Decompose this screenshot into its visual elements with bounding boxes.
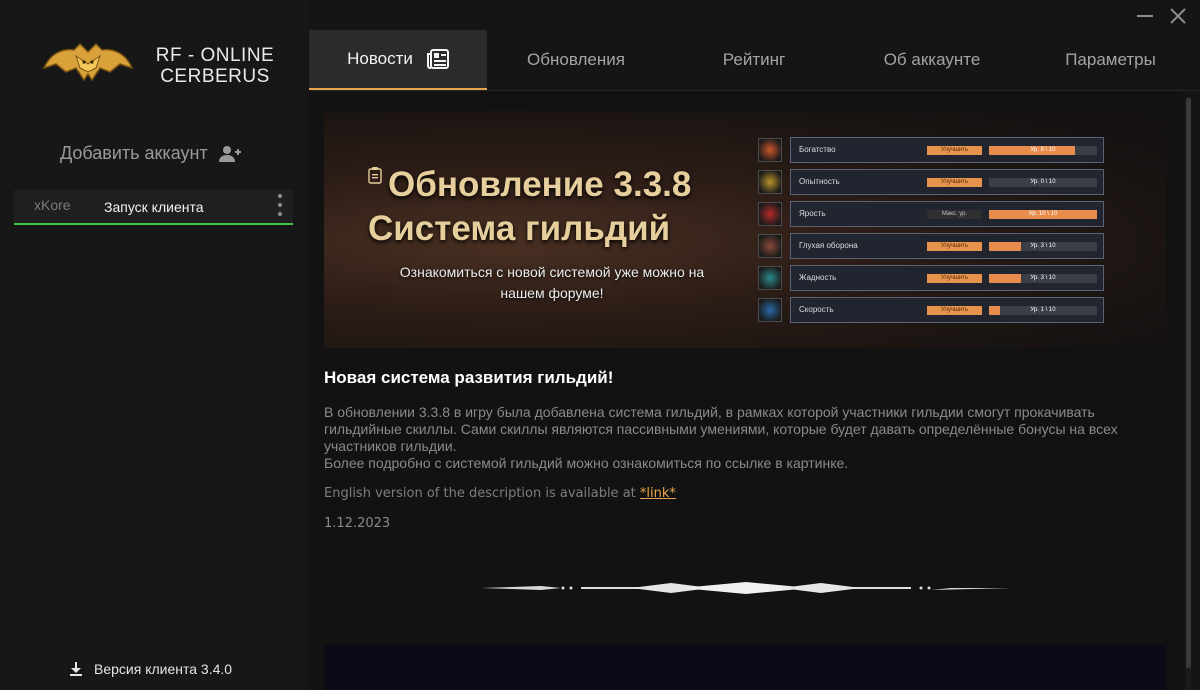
close-icon[interactable] <box>1168 6 1188 26</box>
english-version-link[interactable]: *link* <box>640 486 676 501</box>
tab-settings-label: Параметры <box>1065 50 1156 69</box>
guild-skill-row: Опытность Улучшить Ур. 0 \ 10 <box>758 169 1104 195</box>
minimize-icon[interactable] <box>1135 6 1155 26</box>
guild-skill-level: Ур. 10 \ 10 <box>1028 211 1058 217</box>
crystal-icon <box>758 266 782 290</box>
guild-skill-progress: Ур. 3 \ 10 <box>989 274 1097 283</box>
guild-skill-progress: Ур. 10 \ 10 <box>989 210 1097 219</box>
ornament-divider <box>481 582 1011 594</box>
english-version-note: English version of the description is av… <box>324 486 676 501</box>
newspaper-icon <box>426 49 449 69</box>
brand-line-2: CERBERUS <box>160 66 270 87</box>
guild-skill-name: Опытность <box>799 177 840 186</box>
tab-account-label: Об аккаунте <box>883 50 981 69</box>
launch-client-button[interactable]: Запуск клиента <box>104 199 204 215</box>
lightning-icon <box>758 298 782 322</box>
guild-skill-level: Ур. 8 \ 10 <box>1030 147 1056 153</box>
guild-skill-upgrade-button[interactable]: Улучшить <box>927 178 982 187</box>
tab-settings[interactable]: Параметры <box>1021 30 1200 90</box>
banner-title-line-2: Система гильдий <box>368 209 671 248</box>
client-version-label: Версия клиента 3.4.0 <box>94 661 233 677</box>
guild-skills-panel: Богатство Улучшить Ур. 8 \ 10 Опытность Улуч… <box>758 137 1104 329</box>
guild-skill-level: Ур. 1 \ 10 <box>1030 307 1056 313</box>
guild-skill-name: Глухая оборона <box>799 241 858 250</box>
account-name: xKore <box>34 197 71 213</box>
client-version[interactable]: Версия клиента 3.4.0 <box>68 661 232 677</box>
guild-skill-box: Богатство Улучшить Ур. 8 \ 10 <box>790 137 1104 163</box>
news-banner-next[interactable] <box>324 645 1166 690</box>
guild-skill-upgrade-button[interactable]: Улучшить <box>927 146 982 155</box>
guild-skill-level: Ур. 3 \ 10 <box>1030 275 1056 281</box>
guild-skill-upgrade-button[interactable]: Улучшить <box>927 274 982 283</box>
guild-skill-row: Ярость Макс. ур. Ур. 10 \ 10 <box>758 201 1104 227</box>
tab-news[interactable]: Новости <box>309 30 487 90</box>
banner-subtitle: Ознакомиться с новой системой уже можно … <box>399 264 705 301</box>
sword-icon <box>758 202 782 226</box>
english-version-text: English version of the description is av… <box>324 486 636 501</box>
sidebar: RF - ONLINE CERBERUS Добавить аккаунт xK… <box>0 0 308 690</box>
banner-title: Обновление 3.3.8 Система гильдий <box>368 163 748 251</box>
news-feed: Обновление 3.3.8 Система гильдий Ознаком… <box>309 91 1183 690</box>
news-scrollbar[interactable] <box>1186 98 1191 690</box>
brand-title: RF - ONLINE CERBERUS <box>155 45 275 87</box>
guild-skill-name: Скорость <box>799 305 834 314</box>
guild-skill-progress: Ур. 0 \ 10 <box>989 178 1097 187</box>
tab-news-label: Новости <box>347 49 413 68</box>
shield-icon <box>758 234 782 258</box>
news-banner[interactable]: Обновление 3.3.8 Система гильдий Ознаком… <box>324 111 1166 348</box>
guild-skill-level: Ур. 3 \ 10 <box>1030 243 1056 249</box>
guild-skill-name: Ярость <box>799 209 826 218</box>
guild-skill-box: Глухая оборона Улучшить Ур. 3 \ 10 <box>790 233 1104 259</box>
star-icon <box>758 170 782 194</box>
account-row[interactable]: xKore Запуск клиента <box>14 190 293 225</box>
article-paragraph: В обновлении 3.3.8 в игру была добавлена… <box>324 404 1118 454</box>
article-paragraph: Более подробно с системой гильдий можно … <box>324 455 849 471</box>
guild-skill-progress: Ур. 8 \ 10 <box>989 146 1097 155</box>
main-tabs: Новости Обновления Рейтинг Об аккаунте П… <box>309 30 1200 91</box>
tab-rating-label: Рейтинг <box>722 50 786 69</box>
article-title: Новая система развития гильдий! <box>324 368 614 387</box>
guild-skill-row: Жадность Улучшить Ур. 3 \ 10 <box>758 265 1104 291</box>
cerberus-logo-icon <box>42 42 134 82</box>
coin-icon <box>758 138 782 162</box>
guild-skill-box: Скорость Улучшить Ур. 1 \ 10 <box>790 297 1104 323</box>
tab-updates[interactable]: Обновления <box>487 30 665 90</box>
guild-skill-progress: Ур. 3 \ 10 <box>989 242 1097 251</box>
guild-skill-upgrade-button[interactable]: Улучшить <box>927 242 982 251</box>
news-scrollbar-thumb[interactable] <box>1186 98 1191 668</box>
guild-skill-row: Богатство Улучшить Ур. 8 \ 10 <box>758 137 1104 163</box>
tab-account[interactable]: Об аккаунте <box>843 30 1021 90</box>
tab-rating[interactable]: Рейтинг <box>665 30 843 90</box>
guild-skill-box: Опытность Улучшить Ур. 0 \ 10 <box>790 169 1104 195</box>
add-user-icon <box>218 145 241 162</box>
brand-line-1: RF - ONLINE <box>155 45 275 66</box>
guild-skill-row: Скорость Улучшить Ур. 1 \ 10 <box>758 297 1104 323</box>
add-account-label: Добавить аккаунт <box>60 143 208 163</box>
banner-title-line-1: Обновление 3.3.8 <box>388 165 692 204</box>
article-date: 1.12.2023 <box>324 516 391 531</box>
tab-updates-label: Обновления <box>527 50 625 69</box>
add-account-button[interactable]: Добавить аккаунт <box>60 143 242 164</box>
guild-skill-progress: Ур. 1 \ 10 <box>989 306 1097 315</box>
guild-skill-name: Жадность <box>799 273 837 282</box>
guild-skill-box: Ярость Макс. ур. Ур. 10 \ 10 <box>790 201 1104 227</box>
guild-skill-box: Жадность Улучшить Ур. 3 \ 10 <box>790 265 1104 291</box>
download-icon <box>70 662 82 676</box>
article-body: В обновлении 3.3.8 в игру была добавлена… <box>324 404 1144 472</box>
guild-skill-row: Глухая оборона Улучшить Ур. 3 \ 10 <box>758 233 1104 259</box>
guild-skill-level: Ур. 0 \ 10 <box>1030 179 1056 185</box>
guild-skill-upgrade-button[interactable]: Макс. ур. <box>927 210 982 219</box>
account-menu-icon[interactable] <box>277 194 283 216</box>
guild-skill-upgrade-button[interactable]: Улучшить <box>927 306 982 315</box>
guild-skill-name: Богатство <box>799 145 836 154</box>
